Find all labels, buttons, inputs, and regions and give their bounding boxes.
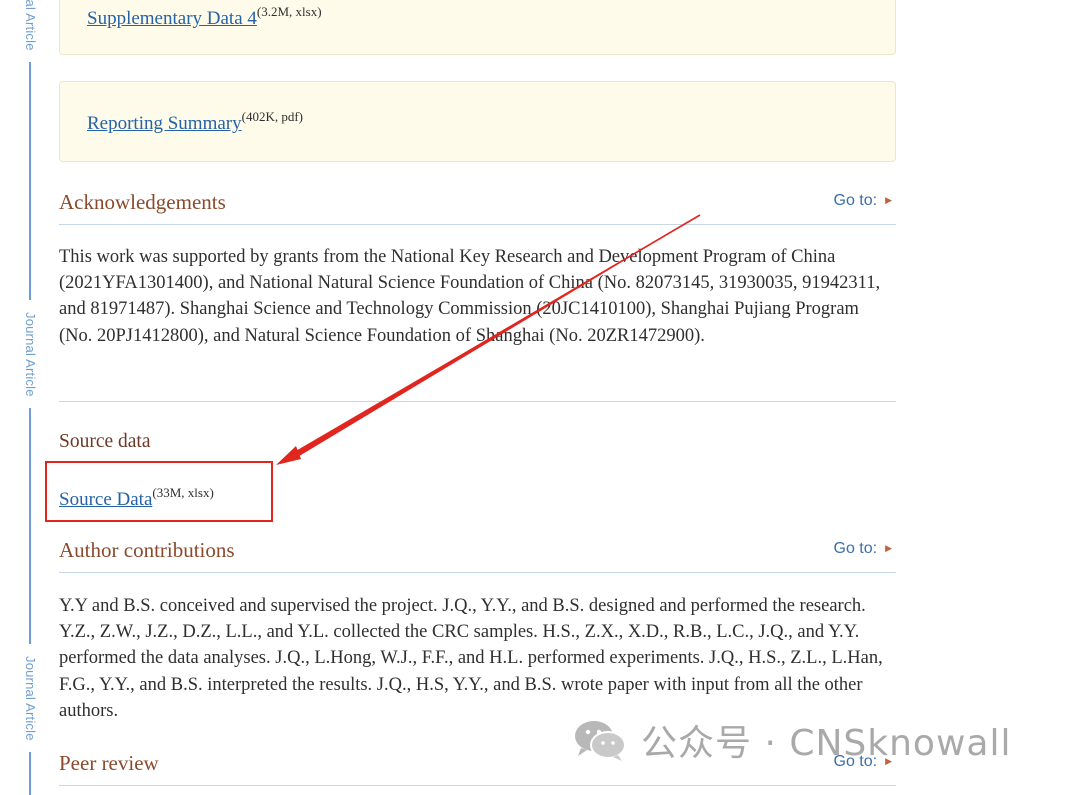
triangle-right-icon: ▶ <box>885 543 892 553</box>
section-title-acknowledgements: Acknowledgements <box>59 190 226 214</box>
rail-label-journal-article: Journal Article <box>22 644 38 752</box>
author-contributions-header: Author contributions Go to: ▶ <box>59 538 896 573</box>
section-title-peer-review: Peer review <box>59 751 159 775</box>
acknowledgements-text: This work was supported by grants from t… <box>59 247 881 346</box>
reporting-summary-box: Reporting Summary(402K, pdf) <box>59 81 896 162</box>
file-meta: (402K, pdf) <box>241 109 304 124</box>
goto-link[interactable]: Go to: ▶ <box>834 192 893 210</box>
goto-label[interactable]: Go to: <box>834 540 878 557</box>
supplementary-data-4-label[interactable]: Supplementary Data 4 <box>87 8 257 29</box>
arrowhead <box>276 446 301 465</box>
supplementary-box: Supplementary Data 4(3.2M, xlsx) <box>59 0 896 55</box>
reporting-summary-label[interactable]: Reporting Summary <box>87 113 242 134</box>
annotation-highlight-box <box>45 461 273 522</box>
acknowledgements-header: Acknowledgements Go to: ▶ <box>59 190 896 225</box>
section-title-author-contributions: Author contributions <box>59 538 235 562</box>
watermark: 公众号 · CNSknowall <box>573 715 1011 765</box>
rail-label-journal-article: Journal Article <box>22 300 38 408</box>
wechat-icon <box>575 721 626 761</box>
rail-label-journal-article: Journal Article <box>22 0 38 62</box>
reporting-summary-link[interactable]: Reporting Summary(402K, pdf) <box>87 109 303 135</box>
goto-link[interactable]: Go to: ▶ <box>834 540 893 558</box>
section-divider <box>59 401 896 402</box>
section-title-source-data: Source data <box>59 431 151 452</box>
watermark-text: 公众号 · CNSknowall <box>641 723 1012 764</box>
goto-label[interactable]: Go to: <box>834 192 878 209</box>
author-contributions-text: Y.Y and B.S. conceived and supervised th… <box>59 596 883 721</box>
triangle-right-icon: ▶ <box>885 195 892 205</box>
file-meta: (3.2M, xlsx) <box>256 4 322 19</box>
supplementary-data-4-link[interactable]: Supplementary Data 4(3.2M, xlsx) <box>87 4 322 30</box>
